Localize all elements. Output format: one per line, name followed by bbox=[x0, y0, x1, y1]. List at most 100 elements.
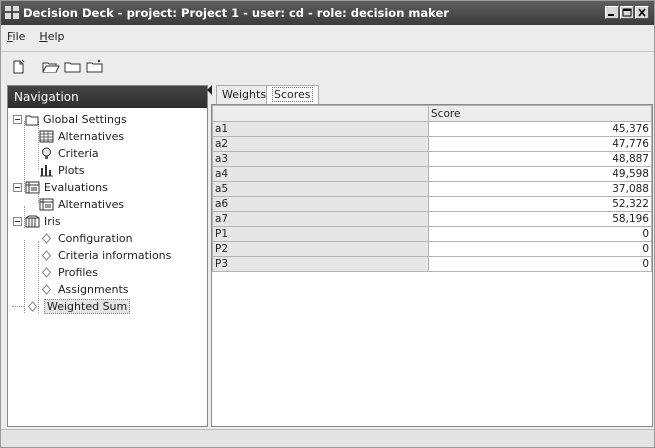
tree-item-configuration[interactable]: Configuration bbox=[39, 230, 133, 247]
table-row[interactable]: a5 37,088 bbox=[212, 181, 652, 197]
folder-icon bbox=[64, 62, 81, 72]
collapse-toggle[interactable] bbox=[13, 183, 22, 192]
matrix-icon bbox=[39, 198, 54, 211]
row-name: P3 bbox=[212, 256, 429, 272]
row-name: a4 bbox=[212, 166, 429, 182]
row-name: a7 bbox=[212, 211, 429, 227]
tree-item-label: Configuration bbox=[58, 232, 133, 245]
row-name: a2 bbox=[212, 136, 429, 152]
table-row[interactable]: P1 0 bbox=[212, 226, 652, 242]
open-folder-icon bbox=[42, 62, 60, 72]
tree-item-assignments[interactable]: Assignments bbox=[39, 281, 129, 298]
status-bar bbox=[1, 429, 654, 447]
tree-item-label: Criteria informations bbox=[58, 249, 172, 262]
diamond-icon bbox=[41, 233, 52, 244]
tree-item-label: Evaluations bbox=[44, 181, 108, 194]
diamond-icon bbox=[41, 267, 52, 278]
row-score[interactable]: 47,776 bbox=[428, 136, 652, 152]
tree-item-label: Iris bbox=[44, 215, 61, 228]
minimize-icon bbox=[608, 14, 614, 16]
tab-label: Weights bbox=[222, 88, 267, 101]
table-icon bbox=[39, 130, 54, 143]
menu-bar: File Help bbox=[1, 25, 654, 47]
tree-item-profiles[interactable]: Profiles bbox=[39, 264, 98, 281]
toolbar bbox=[1, 51, 654, 81]
tree-item-evaluations[interactable]: Evaluations bbox=[13, 179, 108, 196]
column-header-name[interactable] bbox=[212, 105, 429, 122]
tab-scroll-arrow-icon[interactable] bbox=[207, 85, 212, 95]
navigation-panel: Navigation Global Settings Alternatives … bbox=[7, 85, 208, 427]
tree-item-label: Global Settings bbox=[43, 113, 127, 126]
navigation-header: Navigation bbox=[8, 86, 207, 108]
tree-item-label: Plots bbox=[58, 164, 85, 177]
tree-item-label: Alternatives bbox=[58, 198, 125, 211]
scores-table: Score a1 45,376 a2 47,776 a3 48,887 a4 49,59… bbox=[212, 105, 652, 272]
tree-item-global-settings[interactable]: Global Settings bbox=[13, 111, 127, 128]
tab-weights[interactable]: Weights bbox=[216, 85, 273, 104]
minimize-button[interactable] bbox=[605, 6, 619, 19]
row-score[interactable]: 48,887 bbox=[428, 151, 652, 167]
window-title: Decision Deck - project: Project 1 - use… bbox=[23, 6, 449, 20]
row-score[interactable]: 37,088 bbox=[428, 181, 652, 197]
tree-item-criteria[interactable]: Criteria bbox=[39, 145, 99, 162]
table-row[interactable]: P3 0 bbox=[212, 256, 652, 272]
tree-item-label: Profiles bbox=[58, 266, 98, 279]
new-folder-button[interactable] bbox=[85, 57, 105, 77]
table-row[interactable]: a1 45,376 bbox=[212, 121, 652, 137]
folder-button[interactable] bbox=[63, 57, 83, 77]
tree-item-label: Criteria bbox=[58, 147, 99, 160]
table-row[interactable]: a3 48,887 bbox=[212, 151, 652, 167]
row-score[interactable]: 45,376 bbox=[428, 121, 652, 137]
row-name: P2 bbox=[212, 241, 429, 257]
row-score[interactable]: 49,598 bbox=[428, 166, 652, 182]
scores-panel: Score a1 45,376 a2 47,776 a3 48,887 a4 49,59… bbox=[211, 104, 653, 427]
tab-scores[interactable]: Scores bbox=[266, 85, 319, 104]
row-name: a5 bbox=[212, 181, 429, 197]
diamond-icon bbox=[27, 301, 38, 312]
title-bar: Decision Deck - project: Project 1 - use… bbox=[1, 1, 654, 25]
row-score[interactable]: 58,196 bbox=[428, 211, 652, 227]
table-row[interactable]: a7 58,196 bbox=[212, 211, 652, 227]
tab-bar: Weights Scores bbox=[207, 85, 652, 104]
row-score[interactable]: 0 bbox=[428, 241, 652, 257]
tree-item-alternatives[interactable]: Alternatives bbox=[39, 128, 124, 145]
row-name: a3 bbox=[212, 151, 429, 167]
collapse-toggle[interactable] bbox=[13, 115, 22, 124]
menu-file[interactable]: File bbox=[7, 30, 25, 43]
table-row[interactable]: a2 47,776 bbox=[212, 136, 652, 152]
maximize-button[interactable] bbox=[620, 6, 634, 19]
table-row[interactable]: P2 0 bbox=[212, 241, 652, 257]
row-score[interactable]: 0 bbox=[428, 226, 652, 242]
module-icon bbox=[25, 215, 40, 228]
tree-item-label: Weighted Sum bbox=[44, 299, 131, 314]
folder-icon bbox=[25, 115, 39, 125]
open-folder-button[interactable] bbox=[41, 57, 61, 77]
tree-item-plots[interactable]: Plots bbox=[39, 162, 84, 179]
row-name: a6 bbox=[212, 196, 429, 212]
new-document-button[interactable] bbox=[9, 57, 29, 77]
tree-item-evaluations-alternatives[interactable]: Alternatives bbox=[39, 196, 124, 213]
menu-help[interactable]: Help bbox=[39, 30, 64, 43]
maximize-icon bbox=[622, 8, 632, 17]
tree-item-iris[interactable]: Iris bbox=[13, 213, 61, 230]
bulb-icon bbox=[42, 147, 51, 159]
table-row[interactable]: a6 52,322 bbox=[212, 196, 652, 212]
diamond-icon bbox=[41, 284, 52, 295]
close-button[interactable] bbox=[635, 6, 649, 19]
row-name: P1 bbox=[212, 226, 429, 242]
row-name: a1 bbox=[212, 121, 429, 137]
tree-item-criteria-informations[interactable]: Criteria informations bbox=[39, 247, 171, 264]
table-row[interactable]: a4 49,598 bbox=[212, 166, 652, 182]
tree-item-weighted-sum[interactable]: Weighted Sum bbox=[25, 298, 131, 315]
tab-label: Scores bbox=[272, 87, 313, 102]
new-document-icon bbox=[13, 59, 25, 73]
collapse-toggle[interactable] bbox=[13, 217, 22, 226]
row-score[interactable]: 0 bbox=[428, 256, 652, 272]
table-header-row: Score bbox=[212, 105, 652, 122]
tree-item-label: Alternatives bbox=[58, 130, 125, 143]
tree-item-label: Assignments bbox=[58, 283, 129, 296]
column-header-score[interactable]: Score bbox=[428, 105, 652, 122]
app-icon bbox=[5, 6, 19, 19]
bar-chart-icon bbox=[40, 165, 53, 177]
row-score[interactable]: 52,322 bbox=[428, 196, 652, 212]
